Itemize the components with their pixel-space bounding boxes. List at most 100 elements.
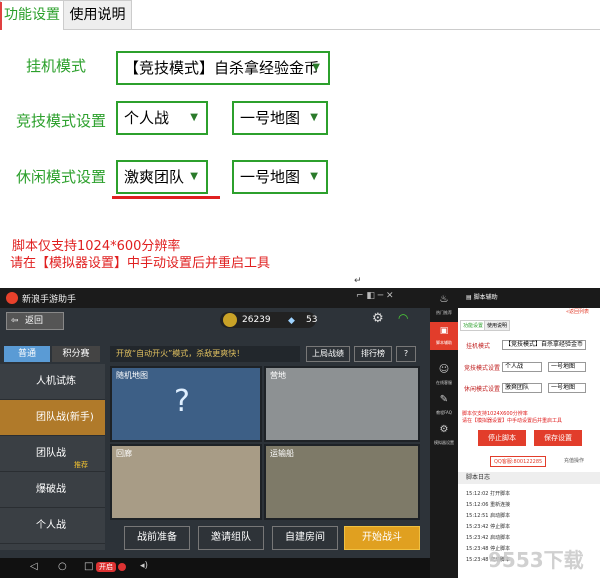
log-msg: 重新连接 [490,502,511,508]
log-time: 15:12:02 [466,491,489,497]
helper-note-restart: 请在【模拟器设置】中手动设置后并重启工具 [462,418,563,424]
create-room-button[interactable]: 自建房间 [272,526,338,550]
map-ship[interactable]: 运输船 [264,444,420,520]
menu-label: 团队战(新手) [36,412,94,423]
gear-icon[interactable]: ⚙ [372,311,384,326]
log-time: 15:12:06 [466,502,489,508]
helper-tab-usage[interactable]: 使用说明 [484,320,511,331]
back-to-list-link[interactable]: «返回列表 [566,308,589,315]
emulator-sidebar: ♨ 热门推荐 ▣ 脚本辅助 ☺ 在线客服 ✎ 教程FAQ ⚙ 模拟器设置 [430,288,458,578]
helper-hang-label: 挂机模式 [466,343,491,350]
stop-script-button[interactable]: 停止脚本 [478,430,526,446]
back-arrow-icon: ⇦ [11,316,19,326]
emulator-title: 新浪手游助手 [22,295,77,305]
volume-icon[interactable]: ◂) [140,561,148,571]
hot-icon[interactable]: ♨ [430,294,458,305]
casual-mode-value: 激爽团队 [124,168,185,186]
menu-item-pve[interactable]: 人机试炼 [0,364,105,400]
support-icon[interactable]: ☺ [430,364,458,375]
menu-item-team[interactable]: 团队战 [0,436,105,472]
script-icon: ▣ [439,326,449,336]
map-random[interactable]: 随机地图 ? [110,366,262,442]
announcement-text: 开放“自动开火”模式，杀敌更爽快！ [110,346,300,362]
tutorial-icon[interactable]: ✎ [430,394,458,405]
hang-mode-label: 挂机模式 [26,57,87,75]
sidebar-label-script: 脚本辅助 [436,340,452,345]
chevron-down-icon: ▼ [310,171,318,182]
charge-link[interactable]: 充值操作 [564,457,584,464]
tab-bar: 功能设置 使用说明 [0,0,600,30]
return-caret: ↵ [354,276,362,286]
helper-note-resolution: 脚本仅支持1024X600分辨率 [462,411,528,417]
log-time: 15:23:42 [466,535,489,541]
tab-usage-instructions[interactable]: 使用说明 [64,0,132,30]
qq-support-link[interactable]: QQ客服:800122285 [490,456,547,467]
menu-item-team-newbie[interactable]: 团队战(新手) [0,400,105,436]
coins-value: 26239 [242,315,271,325]
diamond-icon: ◆ [288,316,295,326]
last-record-button[interactable]: 上局战绩 [306,346,350,362]
helper-casual-mode[interactable]: 激爽团队 [502,383,542,393]
log-row: 15:23:42 停止脚本 [466,523,510,530]
casual-map-value: 一号地图 [240,168,301,186]
log-title: 脚本日志 [458,472,600,484]
log-msg: 启动脚本 [490,513,511,519]
competitive-mode-value: 个人战 [124,109,170,127]
map-corridor[interactable]: 回廊 [110,444,262,520]
sidebar-label-faq: 教程FAQ [436,410,452,415]
log-row: 15:12:06 重新连接 [466,501,510,508]
log-row: 15:23:42 启动脚本 [466,534,510,541]
home-nav-icon[interactable]: ○ [58,561,67,572]
helper-tab-settings[interactable]: 功能设置 [460,320,487,331]
menu-label: 爆破战 [36,484,66,495]
prepare-button[interactable]: 战前准备 [124,526,190,550]
hang-mode-select[interactable]: 【竞技模式】自杀拿经验金币 ▼ [116,51,330,85]
sidebar-label-emu-settings: 模拟器设置 [434,440,454,445]
settings-icon[interactable]: ⚙ [430,424,458,435]
tab-normal[interactable]: 普通 [4,346,50,362]
save-settings-button[interactable]: 保存设置 [534,430,582,446]
helper-competitive-mode[interactable]: 个人战 [502,362,542,372]
toggle-pill[interactable]: 开启 [96,562,116,572]
menu-item-solo[interactable]: 个人战 [0,508,105,544]
menu-label: 个人战 [36,520,66,531]
sidebar-label-support: 在线客服 [436,380,452,385]
chevron-down-icon: ▼ [190,171,198,182]
helper-casual-map[interactable]: 一号地图 [548,383,586,393]
leaderboard-button[interactable]: 排行榜 [354,346,392,362]
menu-item-demolition[interactable]: 爆破战 [0,472,105,508]
helper-competitive-map[interactable]: 一号地图 [548,362,586,372]
helper-title: 脚本辅助 [473,294,498,301]
recommend-badge: 推荐 [74,461,88,469]
emulator-logo-icon [6,292,18,304]
menu-label: 人机试炼 [36,376,76,387]
help-button[interactable]: ? [396,346,416,362]
map-label: 运输船 [270,449,294,458]
diamonds-display: ◆ 53 [288,312,338,328]
window-controls-icon[interactable]: ⌐ ◧ ─ ✕ [356,291,394,301]
tab-function-settings[interactable]: 功能设置 [0,0,64,30]
wifi-icon: ◠ [398,311,409,325]
helper-competitive-label: 竞技模式设置 [464,365,501,372]
competitive-map-select[interactable]: 一号地图 ▼ [232,101,328,135]
helper-hang-select[interactable]: 【竞技模式】自杀拿经验金币 [502,340,586,350]
competitive-map-value: 一号地图 [240,109,301,127]
start-battle-button[interactable]: 开始战斗 [344,526,420,550]
watermark: 9553下载 [488,548,584,572]
back-nav-icon[interactable]: ◁ [30,561,38,572]
back-button[interactable]: ⇦ 返回 [6,312,64,330]
helper-header: ▤ 脚本辅助 [458,288,600,308]
log-row: 15:12:51 启动脚本 [466,512,510,519]
competitive-mode-select[interactable]: 个人战 ▼ [116,101,208,135]
casual-mode-select[interactable]: 激爽团队 ▼ [116,160,208,194]
invite-team-button[interactable]: 邀请组队 [198,526,264,550]
tab-ranked[interactable]: 积分赛 [52,346,100,362]
log-msg: 打开脚本 [490,491,511,497]
tab-divider [132,29,600,30]
map-label: 回廊 [116,449,132,458]
log-time: 15:23:42 [466,524,489,530]
recent-nav-icon[interactable]: □ [84,561,93,572]
casual-mode-label: 休闲模式设置 [16,168,107,186]
map-camp[interactable]: 营地 [264,366,420,442]
casual-map-select[interactable]: 一号地图 ▼ [232,160,328,194]
